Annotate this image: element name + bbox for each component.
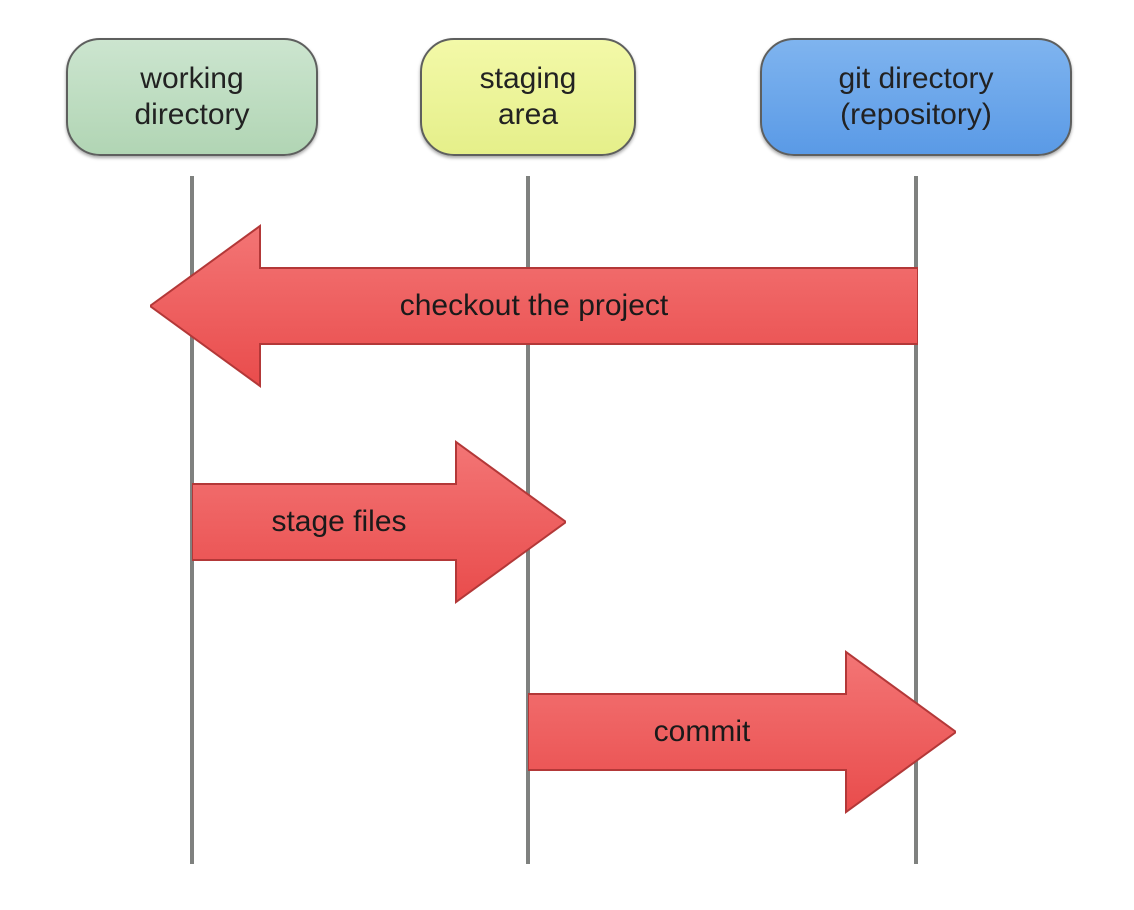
node-git-directory: git directory (repository) xyxy=(760,38,1072,156)
arrow-checkout: checkout the project xyxy=(150,224,918,388)
arrow-commit: commit xyxy=(528,650,956,814)
node-label: working directory xyxy=(134,61,249,133)
arrow-left-icon xyxy=(150,224,918,388)
lifeline-git xyxy=(914,176,918,864)
node-working-directory: working directory xyxy=(66,38,318,156)
node-label: git directory (repository) xyxy=(838,61,993,133)
lifeline-working xyxy=(190,176,194,864)
arrow-stage: stage files xyxy=(192,440,566,604)
arrow-right-icon xyxy=(528,650,956,814)
arrow-label: checkout the project xyxy=(150,224,918,388)
lifeline-staging xyxy=(526,176,530,864)
git-workflow-diagram: working directory staging area git direc… xyxy=(0,0,1134,910)
node-label: staging area xyxy=(480,61,577,133)
node-staging-area: staging area xyxy=(420,38,636,156)
arrow-label: commit xyxy=(528,650,956,814)
arrow-right-icon xyxy=(192,440,566,604)
arrow-label: stage files xyxy=(192,440,566,604)
